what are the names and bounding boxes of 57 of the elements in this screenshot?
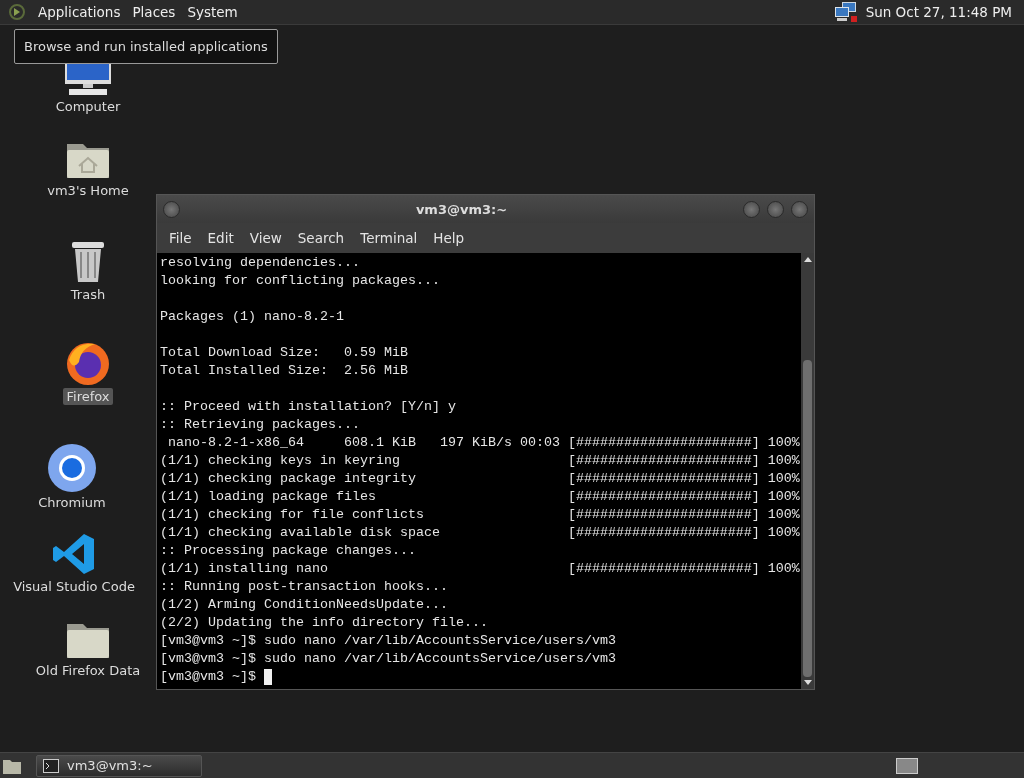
minimize-button[interactable]: [743, 200, 760, 218]
code-editor-icon[interactable]: [52, 532, 96, 576]
panel-menu[interactable]: Applications: [34, 4, 129, 20]
desktop-icon-label[interactable]: Firefox: [63, 388, 113, 405]
terminal-line: (1/1) checking keys in keyring [######################] 100%: [160, 452, 800, 470]
menu-item[interactable]: Help: [425, 230, 473, 246]
terminal-line: (1/1) installing nano [######################] 100%: [160, 560, 800, 578]
menu-item[interactable]: Terminal: [352, 230, 426, 246]
desktop-icon-label[interactable]: vm3's Home: [44, 182, 132, 199]
terminal-line: resolving dependencies...: [160, 254, 360, 272]
close-button[interactable]: [791, 200, 808, 218]
terminal-line: (1/1) checking available disk space [######################] 100%: [160, 524, 800, 542]
desktop-icon-label[interactable]: Chromium: [35, 494, 109, 511]
terminal-line: :: Retrieving packages...: [160, 416, 360, 434]
terminal-line: [vm3@vm3 ~]$ sudo nano /var/lib/AccountsService/users/vm3: [160, 632, 616, 650]
menu-item[interactable]: View: [241, 230, 290, 246]
firefox-icon[interactable]: [65, 340, 111, 386]
scrollbar[interactable]: [801, 253, 814, 689]
desktop-icon-label[interactable]: Trash: [67, 286, 109, 303]
terminal-line: (1/1) loading package files [######################] 100%: [160, 488, 800, 506]
workspace-switcher[interactable]: [896, 757, 918, 774]
terminal-line: nano-8.2-1-x86_64 608.1 KiB 197 KiB/s 00:03 [######################] 100%: [167, 434, 800, 452]
terminal-icon: [43, 758, 59, 773]
scroll-up-icon[interactable]: [802, 255, 813, 263]
panel-menu[interactable]: Places: [128, 4, 184, 20]
scroll-down-icon[interactable]: [802, 679, 813, 687]
menu-item[interactable]: Search: [289, 230, 353, 246]
clock[interactable]: Sun Oct 27, 11:48 PM: [865, 4, 1012, 20]
terminal-line: looking for conflicting packages...: [160, 272, 440, 290]
chromium-icon[interactable]: [48, 444, 96, 492]
window-menu-button[interactable]: [163, 200, 180, 218]
terminal-line: Total Installed Size: 2.56 MiB: [160, 362, 408, 380]
terminal-line: :: Proceed with installation? [Y/n] y: [160, 398, 456, 416]
menu-item[interactable]: File: [161, 230, 200, 246]
network-icon[interactable]: [833, 1, 858, 23]
terminal-line: [vm3@vm3 ~]$: [160, 668, 257, 686]
desktop-icon-label[interactable]: Visual Studio Code: [10, 578, 138, 595]
terminal-line: (1/1) checking for file conflicts [######################] 100%: [160, 506, 800, 524]
desktop-icon-label[interactable]: Old Firefox Data: [32, 662, 144, 679]
taskbar-button[interactable]: vm3@vm3:~: [36, 754, 202, 777]
terminal-line: Total Download Size: 0.59 MiB: [160, 344, 408, 362]
desktop-icon-label[interactable]: Computer: [52, 98, 124, 115]
window-title: vm3@vm3:~: [414, 201, 509, 217]
terminal-line: :: Running post-transaction hooks...: [160, 578, 448, 596]
terminal-line: :: Processing package changes...: [160, 542, 416, 560]
menu-item[interactable]: Edit: [199, 230, 242, 246]
terminal-line: [vm3@vm3 ~]$ sudo nano /var/lib/AccountsService/users/vm3: [160, 650, 616, 668]
terminal-line: Packages (1) nano-8.2-1: [160, 308, 344, 326]
maximize-button[interactable]: [767, 200, 784, 218]
panel-menu[interactable]: System: [183, 4, 246, 20]
tooltip: Browse and run installed applications: [14, 29, 278, 64]
scroll-thumb[interactable]: [803, 359, 812, 677]
power-logo-icon[interactable]: [8, 3, 26, 21]
terminal-line: (1/1) checking package integrity [######################] 100%: [160, 470, 800, 488]
terminal-line: (1/2) Arming ConditionNeedsUpdate...: [160, 596, 448, 614]
trash-icon[interactable]: [69, 240, 107, 284]
terminal-line: (2/2) Updating the info directory file...: [160, 614, 488, 632]
